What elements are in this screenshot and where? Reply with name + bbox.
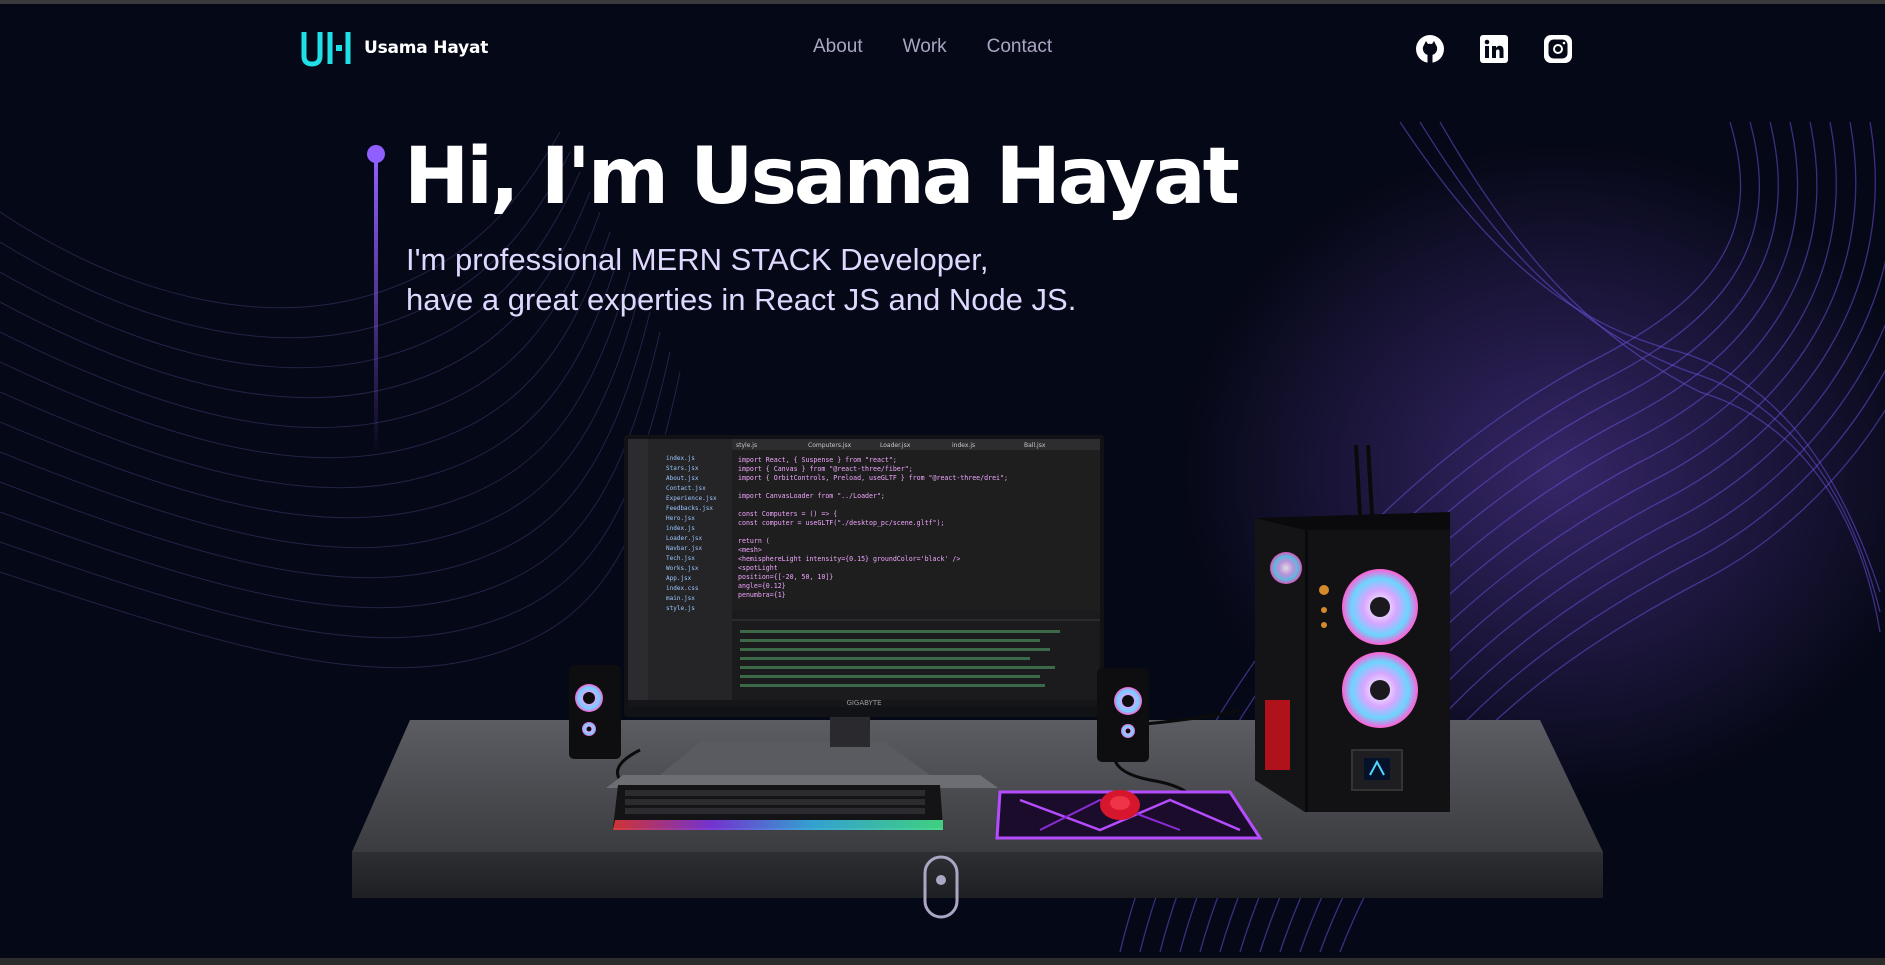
code-line: import React, { Suspense } from "react";	[738, 456, 897, 464]
code-line: return (	[738, 537, 770, 545]
explorer-file: Feedbacks.jsx	[666, 505, 713, 512]
code-line: <mesh>	[738, 546, 762, 554]
hero-subtitle-line-1: I'm professional MERN STACK Developer,	[406, 242, 989, 277]
hero-subtitle-line-2: have a great experties in React JS and N…	[406, 282, 1077, 317]
explorer-file: style.js	[666, 605, 695, 612]
explorer-file: Hero.jsx	[666, 515, 695, 522]
explorer-file: Contact.jsx	[666, 485, 706, 492]
linkedin-icon[interactable]	[1479, 34, 1509, 64]
code-line: position={[-20, 50, 10]}	[738, 573, 833, 581]
explorer-file: Loader.jsx	[666, 535, 703, 542]
navbar: Usama Hayat About Work Contact	[0, 4, 1885, 92]
pc-tower	[1255, 444, 1450, 812]
left-speaker	[569, 665, 621, 759]
code-line: <hemisphereLight intensity={0.15} ground…	[738, 555, 960, 563]
right-speaker	[1097, 668, 1149, 762]
explorer-file: index.js	[666, 525, 695, 532]
nav-link-contact[interactable]: Contact	[987, 36, 1052, 58]
code-line: const computer = useGLTF("./desktop_pc/s…	[738, 519, 944, 527]
code-line: import CanvasLoader from "../Loader";	[738, 492, 885, 500]
explorer-file: Navbar.jsx	[666, 545, 703, 552]
explorer-file: main.jsx	[666, 595, 695, 602]
social-links	[1415, 34, 1573, 64]
github-icon[interactable]	[1415, 34, 1445, 64]
hero-accent-line	[367, 145, 385, 455]
hero-subtitle: I'm professional MERN STACK Developer, h…	[406, 240, 1166, 320]
explorer-file: Experience.jsx	[666, 495, 717, 502]
logo-icon	[301, 32, 351, 67]
scroll-dot-icon	[936, 875, 946, 885]
code-line: penumbra={1}	[738, 591, 786, 599]
explorer-file: Stars.jsx	[666, 465, 699, 472]
window-bottom-border	[0, 958, 1885, 965]
code-line: import { Canvas } from "@react-three/fib…	[738, 465, 913, 473]
nav-link-about[interactable]: About	[813, 36, 863, 58]
editor-tab: Ball.jsx	[1024, 442, 1046, 449]
monitor-brand-label: GIGABYTE	[846, 699, 881, 707]
editor-tab: Computers.jsx	[808, 442, 852, 449]
instagram-icon[interactable]	[1543, 34, 1573, 64]
explorer-file: index.css	[666, 585, 699, 592]
explorer-file: Works.jsx	[666, 565, 699, 572]
explorer-file: Tech.jsx	[666, 555, 695, 562]
brand-name: Usama Hayat	[364, 38, 489, 58]
code-line: import { OrbitControls, Preload, useGLTF…	[738, 474, 1008, 482]
hero-title: Hi, I'm Usama Hayat	[404, 132, 1240, 222]
explorer-file: index.js	[666, 455, 695, 462]
explorer-file: App.jsx	[666, 575, 692, 582]
code-line: angle={0.12}	[738, 582, 786, 590]
nav-link-work[interactable]: Work	[903, 36, 947, 58]
editor-tab: index.js	[952, 442, 975, 449]
code-line: <spotLight	[738, 564, 778, 572]
desk-front	[352, 852, 1603, 898]
keyboard	[613, 785, 943, 830]
explorer-file: About.jsx	[666, 475, 699, 482]
scroll-down-indicator[interactable]	[923, 855, 959, 919]
editor-tab: Loader.jsx	[880, 442, 911, 449]
code-line: const Computers = () => {	[738, 510, 837, 518]
editor-tab: style.js	[736, 442, 757, 449]
logo-link[interactable]: Usama Hayat	[300, 28, 488, 68]
nav-links: About Work Contact	[813, 36, 1052, 58]
desktop-pc-3d-scene[interactable]: index.js Stars.jsx About.jsx Contact.jsx Exp…	[340, 420, 1630, 920]
